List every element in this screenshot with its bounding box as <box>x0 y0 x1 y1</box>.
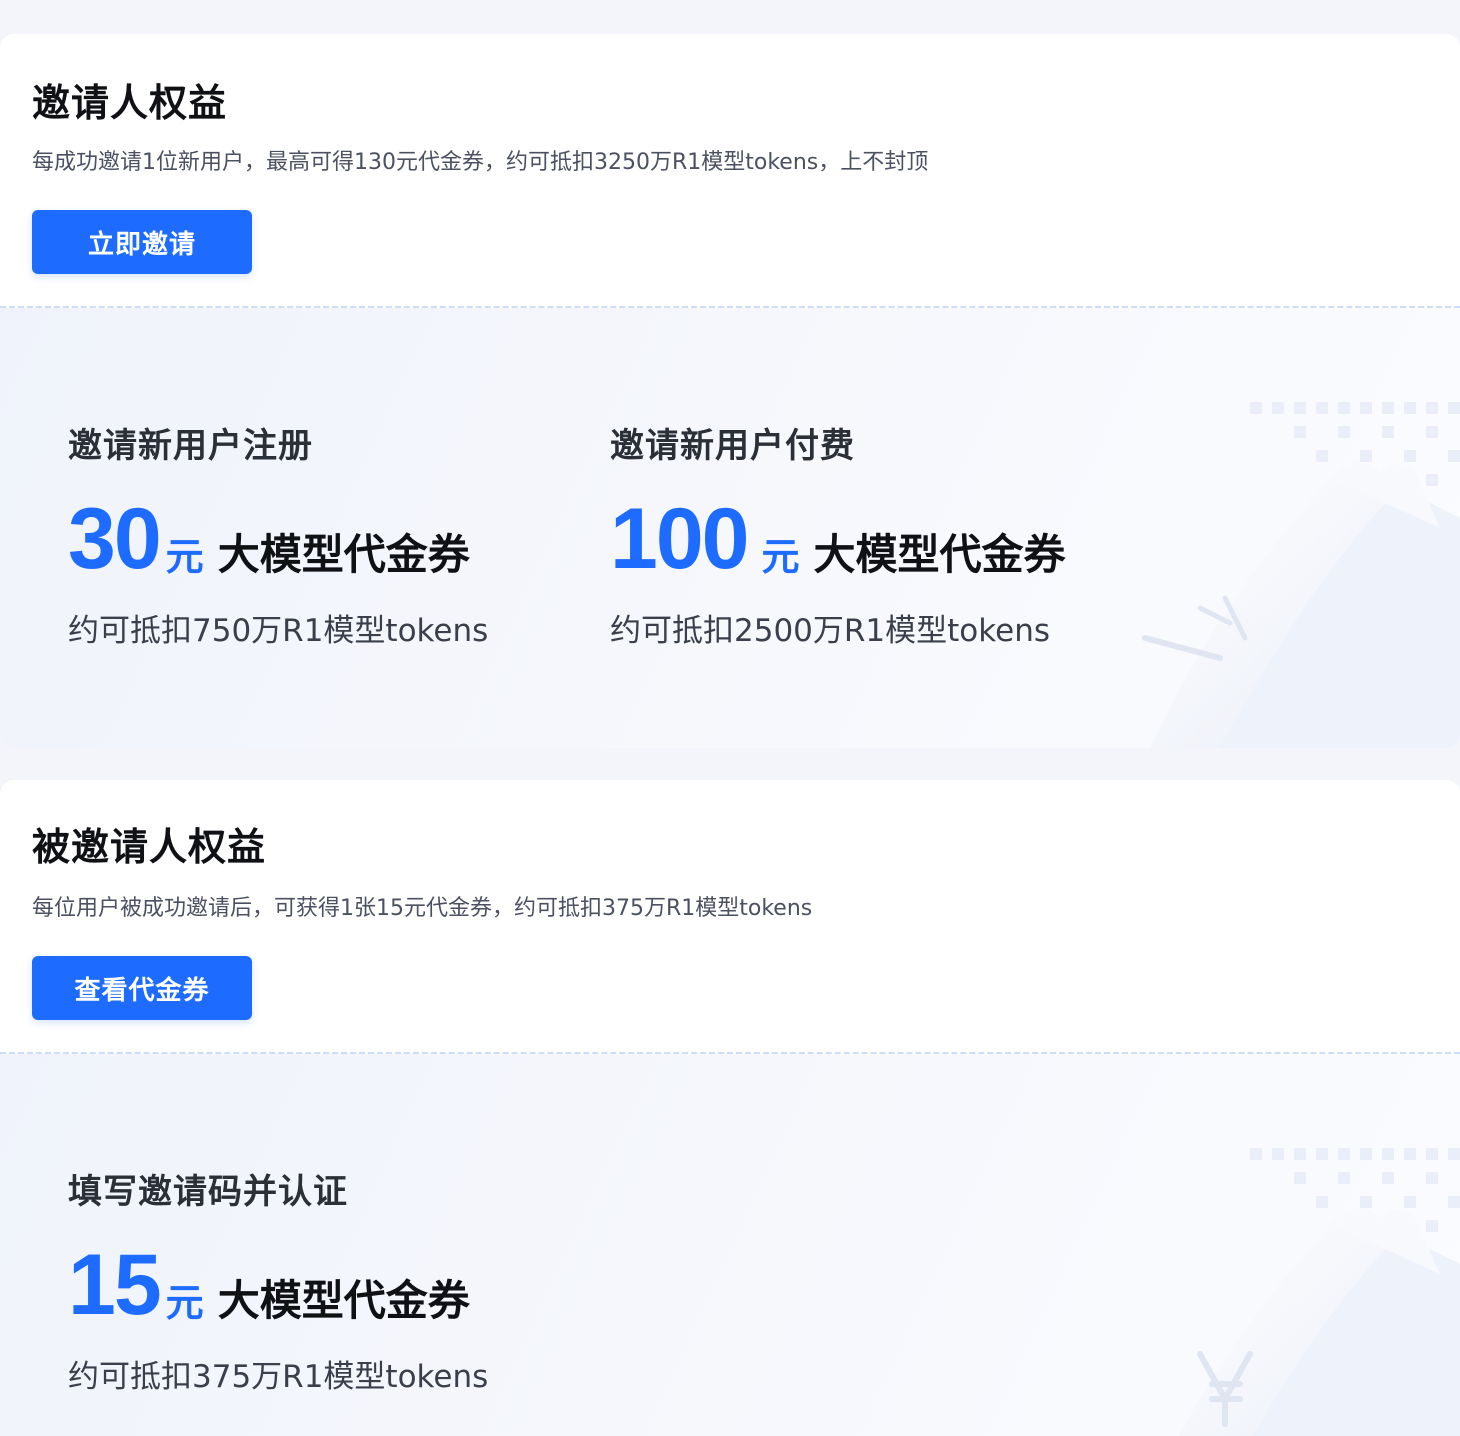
reward-label: 邀请新用户付费 <box>610 426 855 466</box>
invitee-header: 被邀请人权益 每位用户被成功邀请后，可获得1张15元代金券，约可抵扣375万R1… <box>0 780 1460 1054</box>
reward-amount-line: 15 元 大模型代金券 <box>68 1235 488 1333</box>
reward-amount: 100 <box>610 491 749 587</box>
invite-now-button[interactable]: 立即邀请 <box>32 210 252 274</box>
reward-token-equivalent: 约可抵扣2500万R1模型tokens <box>610 613 1050 649</box>
inviter-benefits-section: 邀请人权益 每成功邀请1位新用户，最高可得130元代金券，约可抵扣3250万R1… <box>0 34 1460 748</box>
inviter-rewards-panel: 邀请新用户注册 30 元 大模型代金券 约可抵扣750万R1模型tokens 邀… <box>0 308 1460 748</box>
reward-payment: 邀请新用户付费 100 元 大模型代金券 约可抵扣2500万R1模型tokens <box>610 418 1066 650</box>
reward-token-equivalent: 约可抵扣750万R1模型tokens <box>68 613 489 649</box>
reward-label: 邀请新用户注册 <box>68 426 313 466</box>
reward-unit: 元 <box>761 535 800 579</box>
inviter-description: 每成功邀请1位新用户，最高可得130元代金券，约可抵扣3250万R1模型toke… <box>32 150 929 175</box>
invitee-benefits-section: 被邀请人权益 每位用户被成功邀请后，可获得1张15元代金券，约可抵扣375万R1… <box>0 780 1460 1436</box>
reward-amount: 30 <box>68 491 162 587</box>
invitee-title: 被邀请人权益 <box>32 825 267 869</box>
inviter-header: 邀请人权益 每成功邀请1位新用户，最高可得130元代金券，约可抵扣3250万R1… <box>0 34 1460 308</box>
inviter-title: 邀请人权益 <box>32 81 228 125</box>
reward-label: 填写邀请码并认证 <box>68 1172 348 1212</box>
reward-unit: 元 <box>165 535 204 579</box>
invitee-description: 每位用户被成功邀请后，可获得1张15元代金券，约可抵扣375万R1模型token… <box>32 896 813 921</box>
view-coupons-button[interactable]: 查看代金券 <box>32 956 252 1020</box>
reward-coupon-type: 大模型代金券 <box>217 530 470 579</box>
reward-amount-line: 100 元 大模型代金券 <box>610 489 1066 587</box>
invitee-rewards-panel: 填写邀请码并认证 15 元 大模型代金券 约可抵扣375万R1模型tokens <box>0 1054 1460 1436</box>
page: 邀请人权益 每成功邀请1位新用户，最高可得130元代金券，约可抵扣3250万R1… <box>0 0 1460 1436</box>
reward-unit: 元 <box>165 1281 204 1325</box>
coupon-decoration-icon <box>1178 1148 1460 1436</box>
reward-register: 邀请新用户注册 30 元 大模型代金券 约可抵扣750万R1模型tokens <box>68 418 488 650</box>
reward-amount-line: 30 元 大模型代金券 <box>68 489 488 587</box>
reward-coupon-type: 大模型代金券 <box>217 1276 470 1325</box>
reward-invite-code: 填写邀请码并认证 15 元 大模型代金券 约可抵扣375万R1模型tokens <box>68 1164 488 1396</box>
reward-token-equivalent: 约可抵扣375万R1模型tokens <box>68 1359 489 1395</box>
reward-amount: 15 <box>68 1237 162 1333</box>
coupon-decoration-icon <box>1142 402 1460 748</box>
